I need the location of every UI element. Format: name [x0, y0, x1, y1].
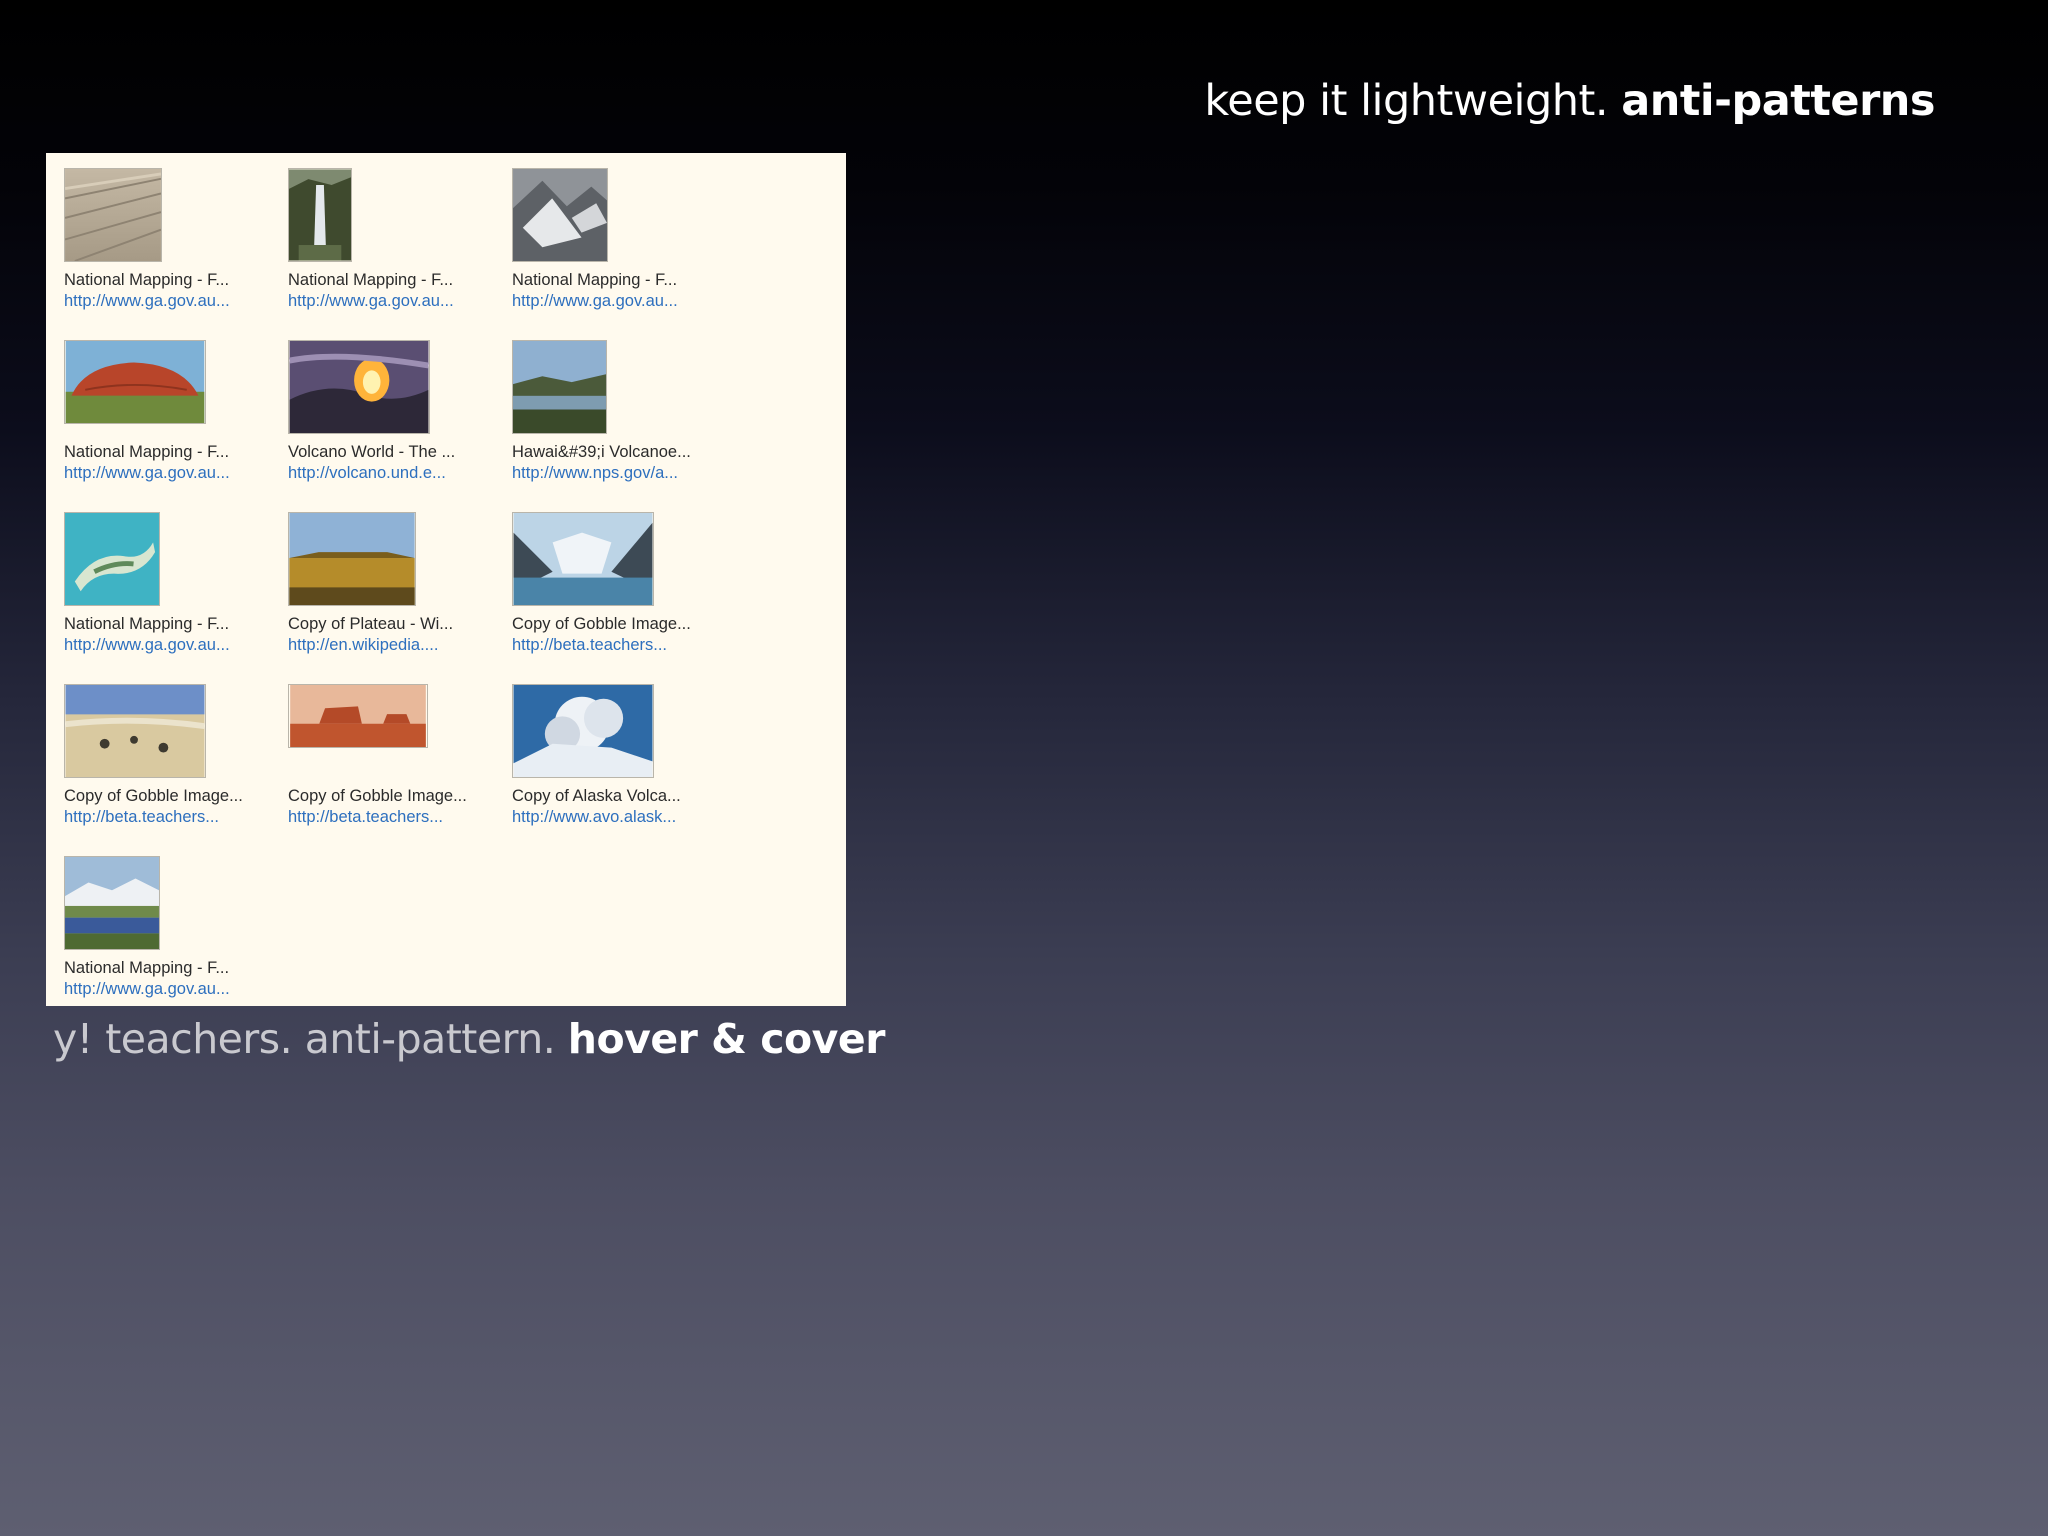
- result-title[interactable]: Copy of Gobble Image...: [288, 786, 498, 806]
- result-item[interactable]: National Mapping - F... http://www.ga.go…: [512, 168, 722, 312]
- result-title[interactable]: National Mapping - F...: [64, 442, 274, 462]
- result-url[interactable]: http://www.ga.gov.au...: [64, 462, 274, 484]
- result-item[interactable]: National Mapping - F... http://www.ga.go…: [288, 168, 498, 312]
- uluru-thumbnail[interactable]: [64, 340, 206, 424]
- slide-title: keep it lightweight. anti-patterns: [1204, 76, 1935, 126]
- result-item[interactable]: Copy of Gobble Image... http://beta.teac…: [288, 684, 498, 828]
- glacier-thumbnail[interactable]: [512, 512, 654, 606]
- lake-mountains-thumbnail[interactable]: [64, 856, 160, 950]
- slide-title-emphasis: anti-patterns: [1621, 76, 1935, 126]
- result-url[interactable]: http://www.ga.gov.au...: [512, 290, 722, 312]
- volcano-plume-thumbnail[interactable]: [512, 684, 654, 778]
- result-item[interactable]: Copy of Gobble Image... http://beta.teac…: [64, 684, 274, 828]
- result-item[interactable]: Copy of Gobble Image... http://beta.teac…: [512, 512, 722, 656]
- result-item[interactable]: Hawai&#39;i Volcanoe... http://www.nps.g…: [512, 340, 722, 484]
- result-item[interactable]: National Mapping - F... http://www.ga.go…: [64, 512, 274, 656]
- result-url[interactable]: http://www.ga.gov.au...: [64, 634, 274, 656]
- lava-flow-thumbnail[interactable]: [288, 340, 430, 434]
- result-title[interactable]: National Mapping - F...: [288, 270, 498, 290]
- result-url[interactable]: http://www.ga.gov.au...: [64, 290, 274, 312]
- desert-plain-thumbnail[interactable]: [64, 168, 162, 262]
- caption-emphasis: hover & cover: [567, 1015, 886, 1063]
- result-url[interactable]: http://volcano.und.e...: [288, 462, 498, 484]
- result-title[interactable]: Copy of Plateau - Wi...: [288, 614, 498, 634]
- result-title[interactable]: Copy of Alaska Volca...: [512, 786, 722, 806]
- island-aerial-thumbnail[interactable]: [64, 512, 160, 606]
- result-item[interactable]: Volcano World - The ... http://volcano.u…: [288, 340, 498, 484]
- result-item[interactable]: National Mapping - F... http://www.ga.go…: [64, 856, 274, 1000]
- result-title[interactable]: Hawai&#39;i Volcanoe...: [512, 442, 722, 462]
- plateau-thumbnail[interactable]: [288, 512, 416, 606]
- waterfall-thumbnail[interactable]: [288, 168, 352, 262]
- result-title[interactable]: National Mapping - F...: [64, 270, 274, 290]
- result-title[interactable]: Copy of Gobble Image...: [64, 786, 274, 806]
- hawaii-landscape-thumbnail[interactable]: [512, 340, 607, 434]
- result-url[interactable]: http://beta.teachers...: [288, 806, 498, 828]
- result-title[interactable]: National Mapping - F...: [512, 270, 722, 290]
- snowy-mountains-thumbnail[interactable]: [512, 168, 608, 262]
- caption-prefix: y! teachers. anti-pattern.: [53, 1015, 556, 1063]
- result-title[interactable]: National Mapping - F...: [64, 958, 274, 978]
- result-title[interactable]: Copy of Gobble Image...: [512, 614, 722, 634]
- image-results-panel: National Mapping - F... http://www.ga.go…: [46, 153, 846, 1006]
- slide-caption: y! teachers. anti-pattern. hover & cover: [53, 1015, 885, 1063]
- result-item[interactable]: National Mapping - F... http://www.ga.go…: [64, 340, 274, 484]
- result-url[interactable]: http://www.ga.gov.au...: [64, 978, 274, 1000]
- result-item[interactable]: National Mapping - F... http://www.ga.go…: [64, 168, 274, 312]
- result-item[interactable]: Copy of Plateau - Wi... http://en.wikipe…: [288, 512, 498, 656]
- desert-beach-thumbnail[interactable]: [64, 684, 206, 778]
- mesa-thumbnail[interactable]: [288, 684, 428, 748]
- result-item[interactable]: Copy of Alaska Volca... http://www.avo.a…: [512, 684, 722, 828]
- result-url[interactable]: http://en.wikipedia....: [288, 634, 498, 656]
- result-title[interactable]: Volcano World - The ...: [288, 442, 498, 462]
- result-url[interactable]: http://beta.teachers...: [512, 634, 722, 656]
- result-url[interactable]: http://www.ga.gov.au...: [288, 290, 498, 312]
- result-url[interactable]: http://beta.teachers...: [64, 806, 274, 828]
- result-title[interactable]: National Mapping - F...: [64, 614, 274, 634]
- result-url[interactable]: http://www.nps.gov/a...: [512, 462, 722, 484]
- slide-title-prefix: keep it lightweight.: [1204, 76, 1609, 126]
- result-url[interactable]: http://www.avo.alask...: [512, 806, 722, 828]
